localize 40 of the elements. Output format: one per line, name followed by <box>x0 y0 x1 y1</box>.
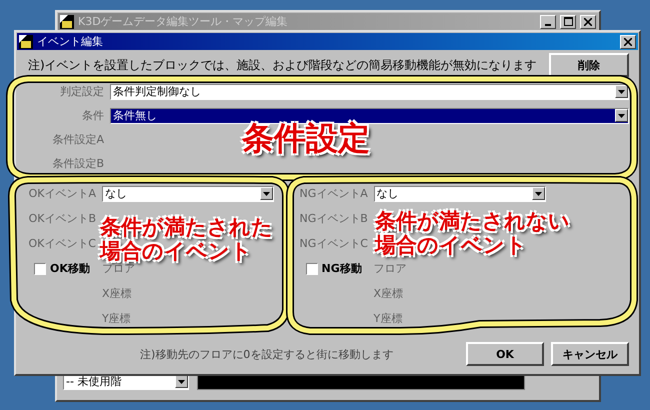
dropdown-field[interactable]: なし <box>102 186 274 202</box>
field-label: Y座標 <box>374 312 404 325</box>
field-label: OKイベントB <box>28 212 97 225</box>
ok-button[interactable]: OK <box>466 342 544 366</box>
footer-note: 注)移動先のフロアに0を設定すると街に移動します <box>140 346 394 362</box>
field-label: Y座標 <box>102 312 132 325</box>
checkbox[interactable]: OK移動 <box>28 260 102 277</box>
window-title: K3Dゲームデータ編集ツール・マップ編集 <box>78 14 289 29</box>
dropdown-field[interactable]: 条件判定制御なし <box>110 84 629 100</box>
cancel-button[interactable]: キャンセル <box>551 342 629 366</box>
field-label: OKイベントC <box>28 237 97 250</box>
window-title: イベント編集 <box>37 34 104 49</box>
minimize-icon <box>545 24 551 26</box>
field-label: 条件設定B <box>51 157 104 170</box>
field-label: NGイベントB <box>300 212 369 225</box>
close-icon <box>624 38 632 46</box>
field-label: 判定設定 <box>59 85 104 98</box>
field-label: フロア <box>374 262 408 275</box>
maximize-icon <box>564 17 572 26</box>
close-icon <box>584 18 592 26</box>
close-button[interactable] <box>580 14 596 28</box>
field-label: NGイベントC <box>300 237 369 250</box>
maximize-button[interactable] <box>560 14 576 28</box>
app-icon <box>60 14 74 28</box>
checkbox[interactable]: NG移動 <box>300 260 374 277</box>
delete-button[interactable]: 削除 <box>549 53 629 77</box>
dropdown-field[interactable]: なし <box>374 186 546 202</box>
field-label: NGイベントA <box>300 187 369 200</box>
notice-text: 注)イベントを設置したブロックでは、施設、および階段などの簡易移動機能が無効になります <box>28 56 537 74</box>
app-icon <box>19 34 33 48</box>
field-label: OKイベントA <box>28 187 97 200</box>
field-label: X座標 <box>102 287 133 300</box>
field-label: 条件 <box>81 109 104 122</box>
annotation-text: 条件が満たされた 場合のイベント <box>100 215 273 264</box>
annotation-text: 条件が満たされない 場合のイベント <box>375 209 570 258</box>
field-label: フロア <box>102 262 136 275</box>
field-label: X座標 <box>374 287 404 300</box>
close-button[interactable] <box>620 34 636 48</box>
field-label: 条件設定A <box>51 133 104 146</box>
minimize-button[interactable] <box>540 14 556 28</box>
